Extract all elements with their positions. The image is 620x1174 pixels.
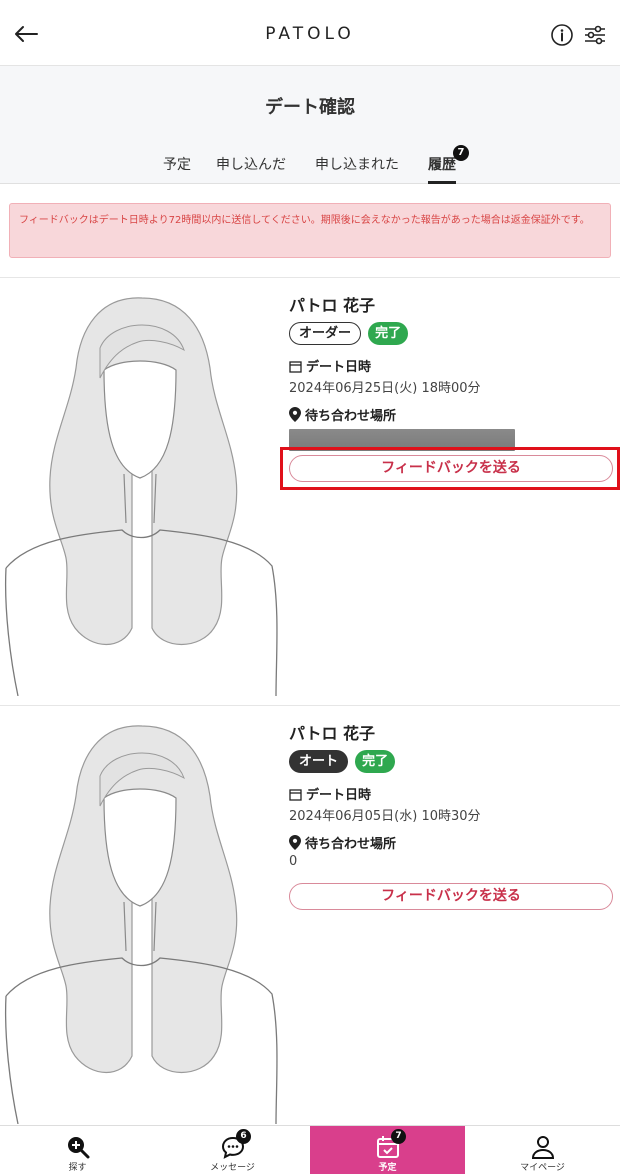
place-value: 0 [289, 854, 298, 869]
app-logo: PATOLO [265, 24, 355, 44]
card-info: パトロ 花子 オーダー 完了 デート日時 2024年06月25日(火) 18時0… [289, 292, 614, 451]
send-feedback-button[interactable]: フィードバックを送る [289, 455, 613, 482]
tab-history[interactable]: 履歴 [428, 154, 456, 184]
sliders-icon[interactable] [583, 23, 607, 47]
tag-row: オート 完了 [289, 750, 614, 776]
tab-received[interactable]: 申し込まれた [315, 154, 399, 184]
tag-row: オーダー 完了 [289, 322, 614, 348]
date-card: パトロ 花子 オート 完了 デート日時 2024年06月05日(水) 10時30… [0, 706, 620, 1125]
date-label: デート日時 [289, 356, 614, 376]
nav-search[interactable]: 探す [0, 1126, 155, 1174]
map-pin-icon [289, 407, 301, 422]
date-value: 2024年06月25日(火) 18時00分 [289, 381, 481, 396]
type-tag: オート [289, 750, 349, 773]
tab-scheduled[interactable]: 予定 [163, 154, 191, 184]
app-header: PATOLO [0, 0, 620, 66]
calendar-icon [289, 789, 302, 801]
messages-badge: 6 [236, 1129, 251, 1144]
date-label: デート日時 [289, 784, 614, 804]
nav-mypage[interactable]: マイページ [465, 1126, 620, 1174]
schedule-badge: 7 [391, 1129, 406, 1144]
date-card: パトロ 花子 オーダー 完了 デート日時 2024年06月25日(火) 18時0… [0, 278, 620, 704]
user-icon [531, 1136, 555, 1159]
search-plus-icon [68, 1137, 90, 1159]
partner-name: パトロ 花子 [289, 296, 376, 315]
tab-applied[interactable]: 申し込んだ [216, 154, 286, 184]
nav-schedule[interactable]: 7 予定 [310, 1126, 465, 1174]
place-label: 待ち合わせ場所 [289, 405, 614, 425]
tab-history-badge: 7 [453, 145, 469, 161]
date-value: 2024年06月05日(水) 10時30分 [289, 809, 481, 824]
place-label: 待ち合わせ場所 [289, 833, 614, 853]
page-title: デート確認 [265, 97, 355, 118]
info-circle-icon[interactable] [550, 23, 574, 47]
status-badge: 完了 [355, 750, 396, 773]
type-tag: オーダー [289, 322, 362, 345]
feedback-button-wrap: フィードバックを送る [289, 883, 613, 910]
status-badge: 完了 [368, 322, 409, 345]
feedback-deadline-notice: フィードバックはデート日時より72時間以内に送信してください。期限後に会えなかっ… [9, 203, 611, 258]
nav-messages[interactable]: 6 メッセージ [155, 1126, 310, 1174]
map-pin-icon [289, 835, 301, 850]
feedback-button-wrap: フィードバックを送る [289, 455, 613, 482]
send-feedback-button[interactable]: フィードバックを送る [289, 883, 613, 910]
page-header: デート確認 予定 申し込んだ 申し込まれた 履歴 7 [0, 66, 620, 184]
bottom-navigation: 探す 6 メッセージ 7 予定 マイページ [0, 1125, 620, 1174]
profile-illustration[interactable] [0, 278, 280, 696]
profile-illustration[interactable] [0, 706, 280, 1124]
card-info: パトロ 花子 オート 完了 デート日時 2024年06月05日(水) 10時30… [289, 720, 614, 874]
tab-bar: 予定 申し込んだ 申し込まれた 履歴 7 [0, 145, 620, 184]
partner-name: パトロ 花子 [289, 724, 376, 743]
calendar-icon [289, 361, 302, 373]
